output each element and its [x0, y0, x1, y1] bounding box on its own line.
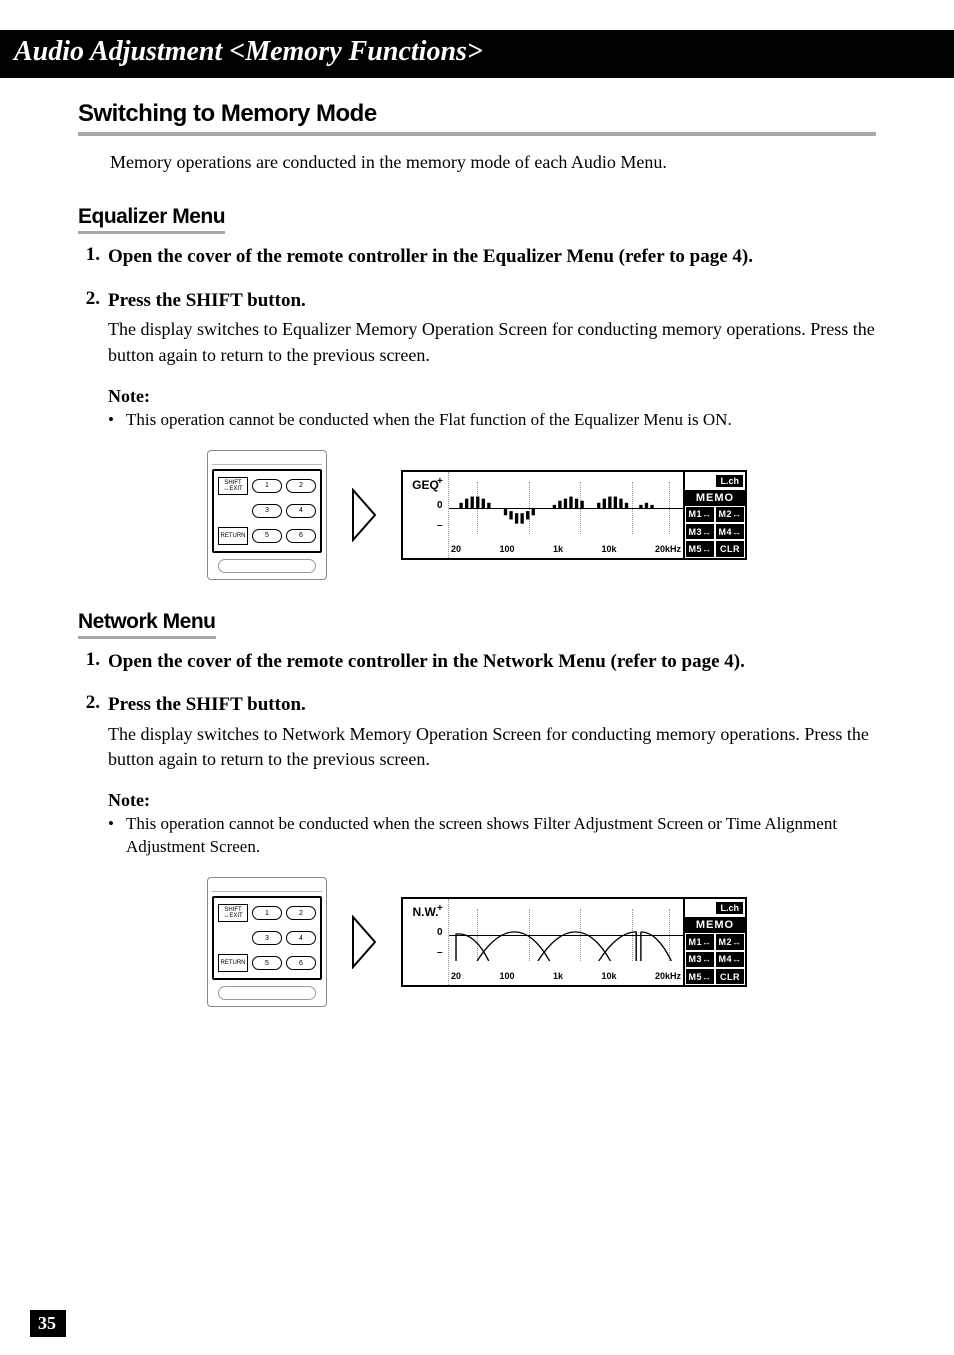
eq-note-label: Note: — [108, 386, 876, 407]
xlabel-20khz: 20kHz — [655, 544, 681, 554]
remote-btn-3: 3 — [252, 504, 282, 518]
axis-plus: + — [437, 903, 443, 914]
nw-step1-num: 1. — [78, 649, 108, 675]
heading-switching: Switching to Memory Mode — [78, 100, 876, 136]
return-button-label: RETURN — [218, 954, 248, 972]
return-button-label: RETURN — [218, 527, 248, 545]
axis-zero: 0 — [437, 500, 443, 511]
mem-m4: M4↔ — [715, 523, 745, 540]
remote-btn-5: 5 — [252, 956, 282, 970]
heading-network: Network Menu — [78, 610, 216, 639]
nw-step1-title: Open the cover of the remote controller … — [108, 649, 876, 675]
remote-diagram: SHIFT ↔EXIT 1 2 3 4 RETURN 5 6 — [207, 877, 327, 1007]
remote-btn-4: 4 — [286, 931, 316, 945]
eq-step2-num: 2. — [78, 288, 108, 368]
mem-m3: M3↔ — [685, 951, 715, 968]
shift-button-label: SHIFT ↔EXIT — [218, 477, 248, 495]
bullet-icon: • — [108, 409, 126, 432]
eq-step1-num: 1. — [78, 244, 108, 270]
lch-badge: L.ch — [716, 475, 743, 487]
mem-m1: M1↔ — [685, 506, 715, 523]
mem-m2: M2↔ — [715, 506, 745, 523]
remote-btn-3: 3 — [252, 931, 282, 945]
remote-btn-2: 2 — [286, 479, 316, 493]
lch-badge: L.ch — [716, 902, 743, 914]
xlabel-100: 100 — [499, 544, 514, 554]
mem-m2: M2↔ — [715, 933, 745, 950]
remote-btn-2: 2 — [286, 906, 316, 920]
xlabel-20khz: 20kHz — [655, 971, 681, 981]
eq-step2-title: Press the SHIFT button. — [108, 288, 876, 314]
bullet-icon: • — [108, 813, 126, 859]
memo-header: MEMO — [685, 490, 745, 506]
eq-step2-desc: The display switches to Equalizer Memory… — [108, 317, 876, 367]
arrow-right-icon — [351, 915, 377, 969]
intro-text: Memory operations are conducted in the m… — [110, 150, 876, 175]
arrow-right-icon — [351, 488, 377, 542]
nw-display: N.W. + 0 – — [401, 897, 747, 987]
mem-m3: M3↔ — [685, 523, 715, 540]
nw-step2-desc: The display switches to Network Memory O… — [108, 722, 876, 772]
nw-note-label: Note: — [108, 790, 876, 811]
nw-step2-title: Press the SHIFT button. — [108, 692, 876, 718]
mem-m5: M5↔ — [685, 968, 715, 985]
remote-btn-1: 1 — [252, 906, 282, 920]
heading-equalizer: Equalizer Menu — [78, 205, 225, 234]
remote-btn-6: 6 — [286, 956, 316, 970]
xlabel-1k: 1k — [553, 544, 563, 554]
remote-btn-1: 1 — [252, 479, 282, 493]
section-banner: Audio Adjustment <Memory Functions> — [0, 30, 954, 78]
remote-btn-4: 4 — [286, 504, 316, 518]
remote-diagram: SHIFT ↔EXIT 1 2 3 4 RETURN 5 6 — [207, 450, 327, 580]
eq-step1-title: Open the cover of the remote controller … — [108, 244, 876, 270]
remote-btn-5: 5 — [252, 529, 282, 543]
eq-note-text: This operation cannot be conducted when … — [126, 409, 732, 432]
mem-clr: CLR — [715, 540, 745, 557]
mem-m4: M4↔ — [715, 951, 745, 968]
nw-curves — [449, 909, 683, 961]
xlabel-10k: 10k — [601, 544, 616, 554]
geq-display: GEQ + 0 – — [401, 470, 747, 560]
nw-figure: SHIFT ↔EXIT 1 2 3 4 RETURN 5 6 — [78, 877, 876, 1007]
mem-clr: CLR — [715, 968, 745, 985]
remote-btn-6: 6 — [286, 529, 316, 543]
mem-m5: M5↔ — [685, 540, 715, 557]
xlabel-1k: 1k — [553, 971, 563, 981]
xlabel-20: 20 — [451, 971, 461, 981]
shift-button-label: SHIFT ↔EXIT — [218, 904, 248, 922]
geq-bars — [455, 482, 677, 534]
xlabel-20: 20 — [451, 544, 461, 554]
axis-plus: + — [437, 476, 443, 487]
mem-m1: M1↔ — [685, 933, 715, 950]
axis-zero: 0 — [437, 927, 443, 938]
nw-step2-num: 2. — [78, 692, 108, 772]
xlabel-100: 100 — [499, 971, 514, 981]
nw-note-text: This operation cannot be conducted when … — [126, 813, 876, 859]
page-number: 35 — [30, 1310, 66, 1337]
axis-minus: – — [437, 947, 443, 958]
xlabel-10k: 10k — [601, 971, 616, 981]
axis-minus: – — [437, 520, 443, 531]
memo-header: MEMO — [685, 917, 745, 933]
eq-figure: SHIFT ↔EXIT 1 2 3 4 RETURN 5 6 — [78, 450, 876, 580]
